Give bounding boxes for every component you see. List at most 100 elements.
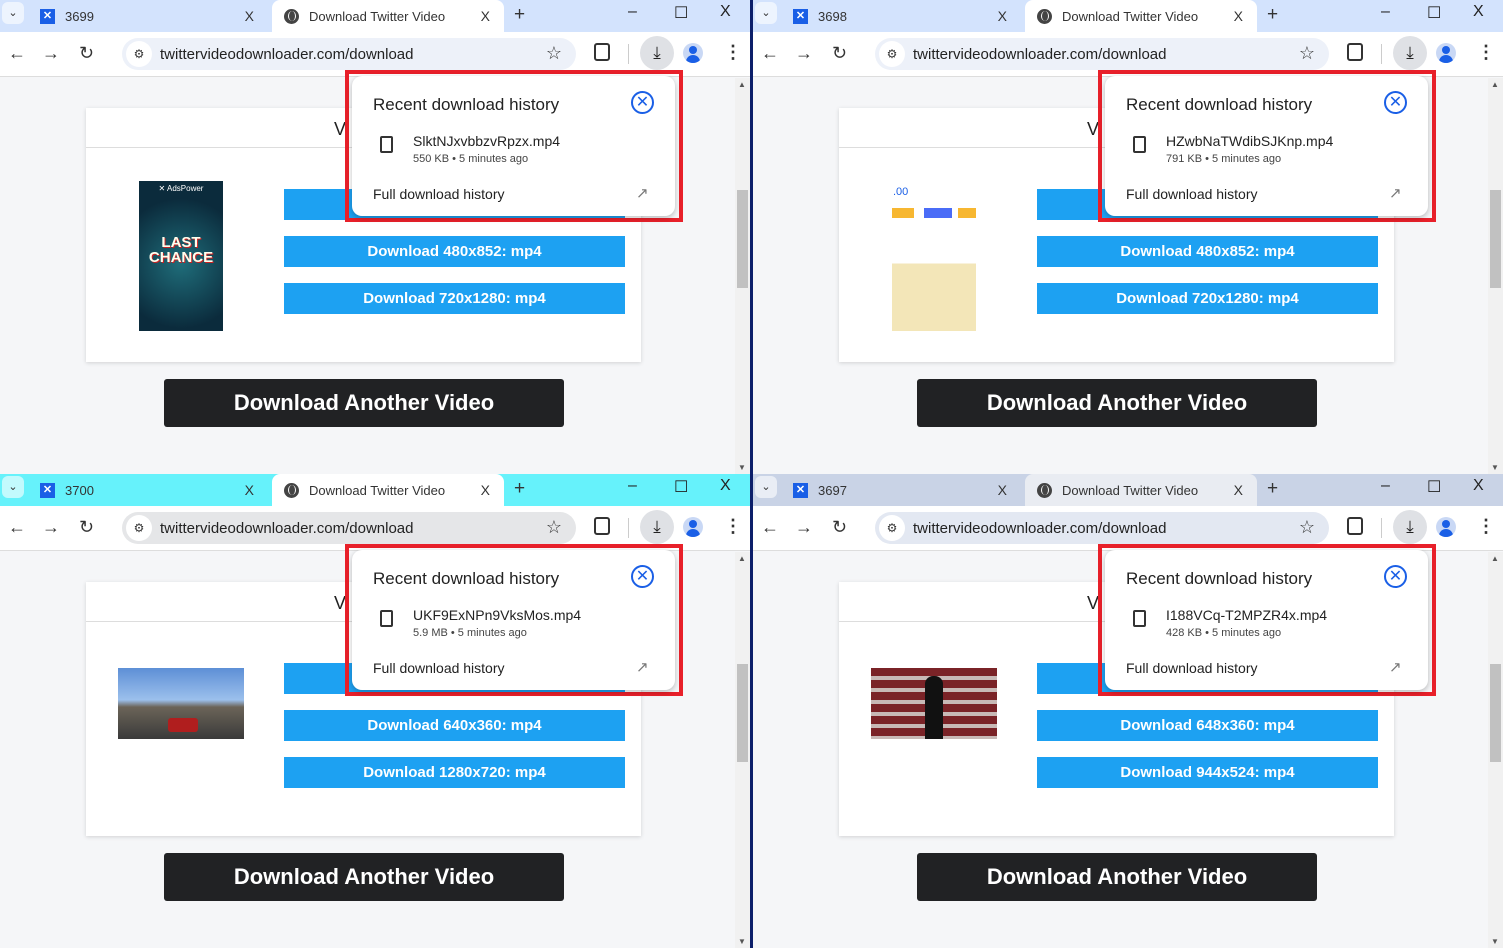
maximize-button[interactable]: ☐ [674,477,688,497]
address-bar[interactable]: ⚙ twittervideodownloader.com/download ☆ [122,512,576,544]
scrollbar[interactable]: ▲ ▼ [1488,552,1503,948]
tab-close-icon[interactable]: X [998,482,1007,498]
scrollbar-thumb[interactable] [737,664,748,762]
new-tab-button[interactable]: + [1267,478,1278,500]
profile-avatar[interactable] [683,43,703,63]
more-menu-icon[interactable]: ⋮ [1477,516,1495,537]
close-icon[interactable]: ✕ [631,91,654,114]
close-icon[interactable]: ✕ [631,565,654,588]
tab-close-icon[interactable]: X [245,8,254,24]
site-info-icon[interactable]: ⚙ [126,41,152,67]
close-window-button[interactable]: X [720,477,731,495]
open-external-icon[interactable]: ↗ [1389,658,1402,676]
tab-close-icon[interactable]: X [245,482,254,498]
scrollbar[interactable]: ▲ ▼ [735,78,750,474]
forward-icon[interactable]: → [42,517,60,538]
tab-profile[interactable]: ✕ 3700 X [28,474,268,506]
close-icon[interactable]: ✕ [1384,91,1407,114]
more-menu-icon[interactable]: ⋮ [724,42,742,63]
tab-download-twitter-video[interactable]: Download Twitter Video X [1025,0,1257,32]
tab-close-icon[interactable]: X [1234,8,1243,24]
download-another-video-button[interactable]: Download Another Video [917,853,1317,901]
tab-download-twitter-video[interactable]: Download Twitter Video X [272,474,504,506]
profile-avatar[interactable] [683,517,703,537]
download-icon[interactable]: ⤓ [640,36,674,70]
scroll-down-icon[interactable]: ▼ [738,463,746,472]
download-icon[interactable]: ⤓ [1393,36,1427,70]
maximize-button[interactable]: ☐ [1427,3,1441,23]
address-bar[interactable]: ⚙ twittervideodownloader.com/download ☆ [875,512,1329,544]
forward-icon[interactable]: → [795,43,813,64]
scroll-up-icon[interactable]: ▲ [738,80,746,89]
back-icon[interactable]: ← [761,43,779,64]
close-window-button[interactable]: X [1473,3,1484,21]
back-icon[interactable]: ← [761,517,779,538]
tab-profile[interactable]: ✕ 3699 X [28,0,268,32]
close-icon[interactable]: ✕ [1384,565,1407,588]
full-download-history-link[interactable]: Full download history [1126,186,1258,202]
site-info-icon[interactable]: ⚙ [126,515,152,541]
scroll-down-icon[interactable]: ▼ [738,937,746,946]
open-external-icon[interactable]: ↗ [636,184,649,202]
extensions-icon[interactable] [594,517,610,535]
tab-profile[interactable]: ✕ 3697 X [781,474,1021,506]
scrollbar[interactable]: ▲ ▼ [1488,78,1503,474]
new-tab-button[interactable]: + [1267,4,1278,26]
download-button-2[interactable]: Download 480x852: mp4 [1037,236,1378,267]
download-button-3[interactable]: Download 720x1280: mp4 [284,283,625,314]
open-external-icon[interactable]: ↗ [1389,184,1402,202]
back-icon[interactable]: ← [8,43,26,64]
tab-download-twitter-video[interactable]: Download Twitter Video X [272,0,504,32]
bookmark-star-icon[interactable]: ☆ [1299,517,1315,538]
profile-avatar[interactable] [1436,517,1456,537]
download-button-2[interactable]: Download 640x360: mp4 [284,710,625,741]
open-external-icon[interactable]: ↗ [636,658,649,676]
new-tab-button[interactable]: + [514,4,525,26]
minimize-button[interactable]: – [628,3,637,21]
reload-icon[interactable]: ↻ [832,517,847,538]
maximize-button[interactable]: ☐ [1427,477,1441,497]
download-file-name[interactable]: SlktNJxvbbzvRpzx.mp4 [413,133,560,149]
close-window-button[interactable]: X [720,3,731,21]
scroll-down-icon[interactable]: ▼ [1491,463,1499,472]
download-button-3[interactable]: Download 944x524: mp4 [1037,757,1378,788]
extensions-icon[interactable] [1347,43,1363,61]
new-tab-button[interactable]: + [514,478,525,500]
download-button-2[interactable]: Download 648x360: mp4 [1037,710,1378,741]
reload-icon[interactable]: ↻ [832,43,847,64]
tab-search-button[interactable]: ⌄ [2,476,24,498]
download-button-3[interactable]: Download 720x1280: mp4 [1037,283,1378,314]
address-bar[interactable]: ⚙ twittervideodownloader.com/download ☆ [875,38,1329,70]
scroll-up-icon[interactable]: ▲ [738,554,746,563]
full-download-history-link[interactable]: Full download history [373,186,505,202]
minimize-button[interactable]: – [628,477,637,495]
more-menu-icon[interactable]: ⋮ [1477,42,1495,63]
scrollbar[interactable]: ▲ ▼ [735,552,750,948]
tab-close-icon[interactable]: X [481,8,490,24]
download-icon[interactable]: ⤓ [640,510,674,544]
bookmark-star-icon[interactable]: ☆ [1299,43,1315,64]
tab-search-button[interactable]: ⌄ [755,476,777,498]
more-menu-icon[interactable]: ⋮ [724,516,742,537]
forward-icon[interactable]: → [42,43,60,64]
tab-search-button[interactable]: ⌄ [2,2,24,24]
minimize-button[interactable]: – [1381,3,1390,21]
tab-download-twitter-video[interactable]: Download Twitter Video X [1025,474,1257,506]
tab-close-icon[interactable]: X [1234,482,1243,498]
extensions-icon[interactable] [1347,517,1363,535]
download-file-name[interactable]: UKF9ExNPn9VksMos.mp4 [413,607,581,623]
reload-icon[interactable]: ↻ [79,517,94,538]
download-file-name[interactable]: I188VCq-T2MPZR4x.mp4 [1166,607,1327,623]
download-button-3[interactable]: Download 1280x720: mp4 [284,757,625,788]
bookmark-star-icon[interactable]: ☆ [546,517,562,538]
tab-close-icon[interactable]: X [998,8,1007,24]
bookmark-star-icon[interactable]: ☆ [546,43,562,64]
back-icon[interactable]: ← [8,517,26,538]
download-button-2[interactable]: Download 480x852: mp4 [284,236,625,267]
scroll-up-icon[interactable]: ▲ [1491,554,1499,563]
address-bar[interactable]: ⚙ twittervideodownloader.com/download ☆ [122,38,576,70]
maximize-button[interactable]: ☐ [674,3,688,23]
download-another-video-button[interactable]: Download Another Video [164,853,564,901]
minimize-button[interactable]: – [1381,477,1390,495]
download-icon[interactable]: ⤓ [1393,510,1427,544]
